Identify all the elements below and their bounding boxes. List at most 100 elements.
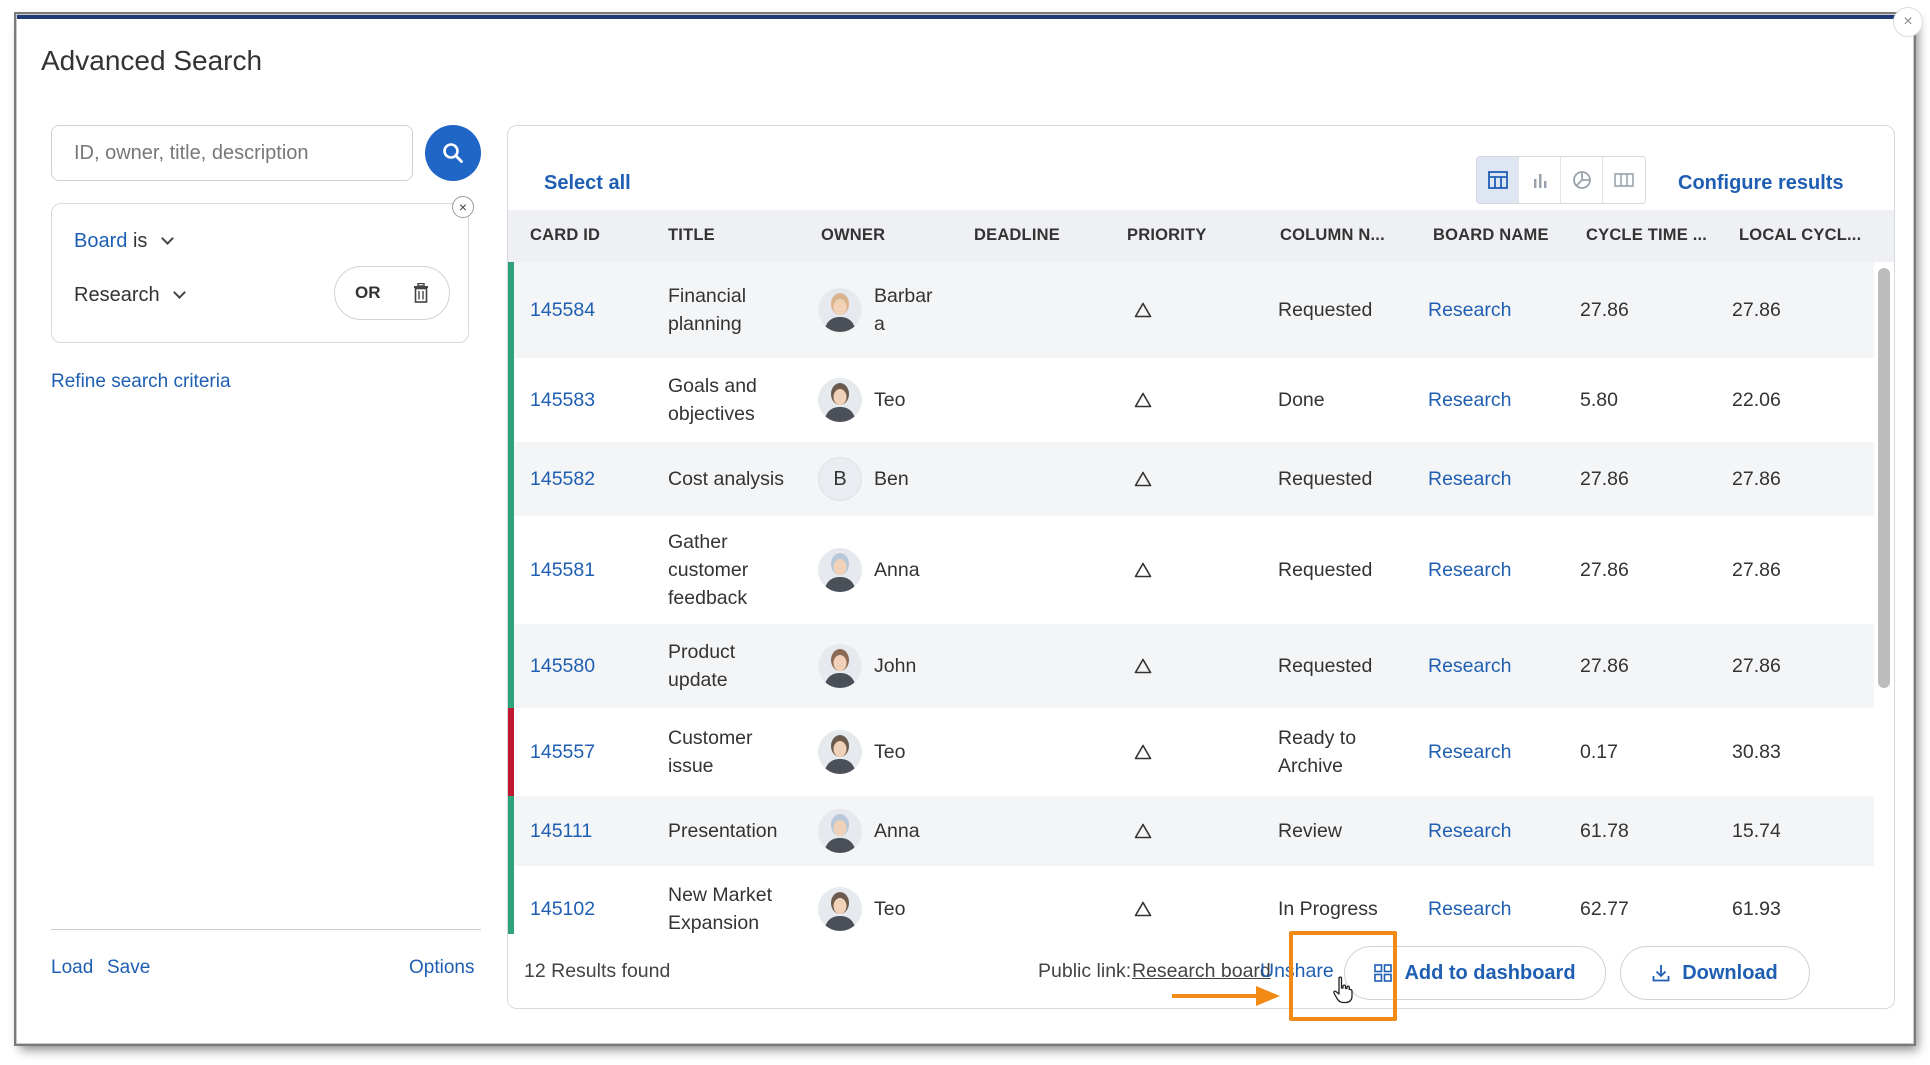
or-toggle: OR [334,266,450,320]
search-icon [443,143,463,163]
select-all-link[interactable]: Select all [544,172,631,195]
column-header-cycle-time[interactable]: CYCLE TIME ... [1586,226,1707,245]
board-name-link[interactable]: Research [1428,262,1511,358]
board-name-link[interactable]: Research [1428,442,1511,516]
table-row[interactable]: 145102 New Market Expansion Teo In Progress R… [508,866,1876,934]
table-row[interactable]: 145582 Cost analysis B Ben Requested Research… [508,442,1876,516]
column-header-board-name[interactable]: BOARD NAME [1433,226,1549,245]
triangle-outline-icon [1134,302,1152,318]
card-id-link[interactable]: 145580 [530,624,595,708]
title-line: Presentation [668,820,778,842]
column-header-local-cycle[interactable]: LOCAL CYCL... [1739,226,1861,245]
search-input[interactable] [51,125,413,181]
dialog-close-button[interactable]: × [1893,7,1923,37]
save-link[interactable]: Save [107,957,150,979]
download-label: Download [1682,961,1778,984]
remove-filter-button[interactable]: × [452,196,474,218]
column-header-card-id[interactable]: CARD ID [530,226,600,245]
scrollbar-thumb[interactable] [1878,268,1890,688]
card-id-link[interactable]: 145111 [530,796,592,866]
priority-cell [1128,516,1158,624]
dialog-title: Advanced Search [41,45,263,76]
avatar-photo [818,548,862,592]
table-row[interactable]: 145583 Goals and objectives Teo Done Research… [508,358,1876,442]
board-name-link[interactable]: Research [1428,866,1511,934]
table-row[interactable]: 145557 Customer issue Teo Ready to Archive Res… [508,708,1876,796]
card-status-bar [508,866,514,934]
table-row[interactable]: 145111 Presentation Anna Review Research 61.7… [508,796,1876,866]
priority-cell [1128,624,1158,708]
filter-value-dropdown[interactable]: Research [74,284,187,307]
card-id-link[interactable]: 145557 [530,708,595,796]
card-title: New Market Expansion [668,866,798,934]
column-header-column-name[interactable]: COLUMN N... [1280,226,1385,245]
board-name-link[interactable]: Research [1428,796,1511,866]
card-id-link[interactable]: 145584 [530,262,595,358]
board-name-link[interactable]: Research [1428,624,1511,708]
pie-chart-view-button[interactable] [1561,157,1603,203]
cycle-time: 27.86 [1580,559,1629,581]
board-name-link[interactable]: Research [1428,708,1511,796]
owner-line: a [874,313,885,335]
local-cycle-time: 27.86 [1732,468,1781,490]
card-id-link[interactable]: 145583 [530,358,595,442]
title-line: Goals and [668,375,757,397]
local-cycle-time: 22.06 [1732,389,1781,411]
card-id-link[interactable]: 145582 [530,442,595,516]
table-view-button[interactable] [1477,157,1519,203]
avatar: B [818,457,862,501]
cycle-time: 0.17 [1580,741,1618,763]
filter-field-name: Board [74,230,128,252]
card-status-bar [508,796,514,866]
delete-filter-button[interactable] [413,282,429,308]
column-header-owner[interactable]: OWNER [821,226,885,245]
board-name-link[interactable]: Research [1428,358,1511,442]
cycle-time: 27.86 [1580,468,1629,490]
configure-results-link[interactable]: Configure results [1678,172,1844,195]
local-cycle-time: 15.74 [1732,820,1781,842]
card-id-link[interactable]: 145581 [530,516,595,624]
table-view-icon [1487,171,1508,189]
triangle-outline-icon [1134,658,1152,674]
refine-search-link[interactable]: Refine search criteria [51,371,231,393]
column-header-title[interactable]: TITLE [668,226,715,245]
card-status-bar [508,442,514,516]
or-button[interactable]: OR [355,283,381,303]
public-link[interactable]: Research board [1132,960,1271,983]
filter-field-dropdown[interactable]: Board is [74,230,174,253]
cycle-time: 61.78 [1580,820,1629,842]
load-link[interactable]: Load [51,957,93,979]
search-button[interactable] [425,125,481,181]
priority-cell [1128,866,1158,934]
column-line: Archive [1278,755,1344,777]
board-name-link[interactable]: Research [1428,516,1511,624]
bar-chart-view-button[interactable] [1519,157,1561,203]
download-button[interactable]: Download [1620,946,1810,1000]
public-link-label: Public link: [1038,960,1132,982]
priority-cell [1128,262,1158,358]
avatar-photo [818,288,862,332]
results-panel: Select all Configure results CARD ID TIT… [507,125,1895,1009]
table-row[interactable]: 145581 Gather customer feedback Anna Requeste… [508,516,1876,624]
owner-line: Ben [874,468,909,490]
filter-operator: is [132,230,148,252]
table-row[interactable]: 145580 Product update John Requested Research… [508,624,1876,708]
add-to-dashboard-label: Add to dashboard [1404,961,1576,984]
owner-line: Teo [874,898,906,920]
owner-line: Anna [874,820,920,842]
options-link[interactable]: Options [409,957,474,979]
card-status-bar [508,516,514,624]
local-cycle-time: 30.83 [1732,741,1781,763]
cycle-time: 27.86 [1580,655,1629,677]
card-title: Gather customer feedback [668,516,798,624]
card-status-bar [508,358,514,442]
card-owner: Anna [818,796,948,866]
card-id-link[interactable]: 145102 [530,866,595,934]
title-line: issue [668,755,714,777]
table-row[interactable]: 145584 Financial planning Barbar a Requested R… [508,262,1876,358]
column-header-priority[interactable]: PRIORITY [1127,226,1207,245]
priority-cell [1128,442,1158,516]
local-cycle-time: 27.86 [1732,559,1781,581]
columns-view-button[interactable] [1603,157,1645,203]
column-header-deadline[interactable]: DEADLINE [974,226,1060,245]
